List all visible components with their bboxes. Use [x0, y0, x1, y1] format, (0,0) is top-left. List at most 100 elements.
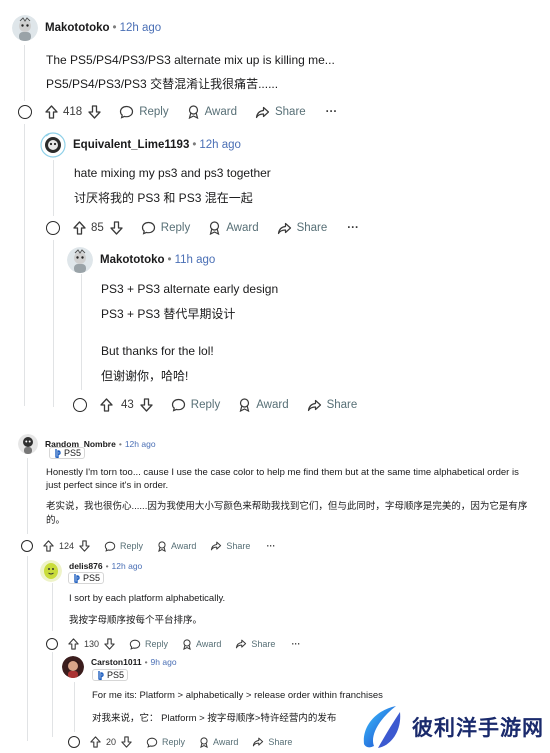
award-icon: [183, 638, 191, 650]
share-button[interactable]: Share: [307, 399, 357, 412]
username[interactable]: Makototoko: [45, 22, 110, 34]
thread-line: [53, 160, 54, 216]
collapse-button[interactable]: [21, 540, 33, 552]
timestamp[interactable]: 12h ago: [112, 561, 143, 571]
downvote-icon[interactable]: [140, 398, 153, 412]
award-icon: [209, 221, 220, 235]
thread-line: [53, 240, 54, 407]
collapse-button[interactable]: [18, 105, 32, 119]
flair-label: PS5: [64, 448, 82, 458]
reply-label: Reply: [162, 737, 186, 747]
comment-text: PS5/PS4/PS3/PS3 交替混淆让我很痛苦......: [46, 77, 279, 91]
timestamp[interactable]: 11h ago: [175, 254, 216, 266]
avatar[interactable]: [40, 132, 66, 158]
timestamp[interactable]: 9h ago: [151, 657, 177, 667]
share-icon: [253, 737, 264, 747]
user-flair: PS5: [92, 669, 129, 681]
username[interactable]: Makototoko: [100, 254, 165, 266]
downvote-icon[interactable]: [79, 540, 90, 552]
share-button[interactable]: Share: [277, 222, 328, 235]
avatar[interactable]: [62, 656, 84, 678]
reply-label: Reply: [120, 541, 144, 551]
downvote-icon[interactable]: [121, 736, 132, 748]
collapse-button[interactable]: [46, 221, 60, 235]
award-label: Award: [196, 639, 222, 649]
share-label: Share: [226, 541, 251, 551]
more-options-button[interactable]: ···: [347, 222, 359, 234]
award-button[interactable]: Award: [187, 105, 237, 119]
share-icon: [277, 222, 291, 234]
comment-text: hate mixing my ps3 and ps3 together: [74, 166, 271, 180]
timestamp[interactable]: 12h ago: [120, 22, 162, 34]
collapse-button[interactable]: [68, 736, 80, 748]
collapse-button[interactable]: [46, 638, 58, 650]
thread-line: [24, 45, 25, 101]
collapse-button[interactable]: [73, 398, 87, 412]
playstation-icon: [72, 573, 80, 584]
upvote-icon[interactable]: [73, 221, 86, 235]
reply-button[interactable]: Reply: [129, 639, 168, 650]
more-options-button[interactable]: ···: [291, 639, 300, 649]
comment-header: Random_Nombre • 12h ago: [18, 434, 156, 454]
comment-text: 我按字母顺序按每个平台排序。: [69, 615, 203, 626]
separator-dot: •: [118, 439, 122, 449]
reply-button[interactable]: Reply: [104, 541, 143, 552]
vote-count: 20: [106, 737, 117, 747]
reply-button[interactable]: Reply: [146, 737, 185, 748]
flair-label: PS5: [107, 670, 125, 680]
comment-actions: 43 Reply Award Share: [73, 398, 357, 412]
username[interactable]: delis876: [69, 561, 103, 571]
reply-icon: [141, 221, 155, 235]
comment-header: Makototoko • 11h ago: [67, 247, 215, 273]
thread-line: [27, 556, 28, 741]
downvote-icon[interactable]: [104, 638, 115, 650]
award-button[interactable]: Award: [199, 736, 239, 748]
comment-text: 但谢谢你，哈哈!: [101, 369, 189, 383]
share-button[interactable]: Share: [235, 639, 275, 649]
upvote-icon[interactable]: [43, 540, 54, 552]
award-label: Award: [213, 737, 239, 747]
share-button[interactable]: Share: [255, 106, 306, 119]
upvote-icon[interactable]: [90, 736, 101, 748]
share-icon: [307, 399, 321, 411]
thread-curve: [24, 118, 38, 146]
comment-text: But thanks for the lol!: [101, 344, 214, 358]
upvote-icon[interactable]: [68, 638, 79, 650]
upvote-icon[interactable]: [100, 398, 113, 412]
award-button[interactable]: Award: [208, 221, 259, 235]
award-icon: [239, 398, 250, 412]
username[interactable]: Carston1011: [91, 657, 142, 667]
comment-text: The PS5/PS4/PS3/PS3 alternate mix up is …: [46, 53, 335, 67]
avatar[interactable]: [18, 434, 38, 454]
timestamp[interactable]: 12h ago: [125, 439, 156, 449]
award-button[interactable]: Award: [238, 398, 289, 412]
reply-label: Reply: [190, 399, 221, 411]
watermark-logo-icon: [363, 705, 401, 748]
share-button[interactable]: Share: [252, 737, 292, 747]
share-label: Share: [296, 222, 328, 234]
reply-icon: [104, 541, 116, 552]
award-button[interactable]: Award: [182, 638, 222, 650]
comment-text: PS3 + PS3 alternate early design: [101, 282, 279, 296]
reply-button[interactable]: Reply: [141, 221, 190, 235]
award-button[interactable]: Award: [157, 540, 196, 552]
username[interactable]: Equivalent_Lime1193: [73, 139, 189, 151]
playstation-icon: [53, 448, 61, 459]
avatar[interactable]: [12, 15, 38, 41]
more-options-button[interactable]: ···: [266, 541, 275, 551]
comment-text: 老实说，我也很伤心......因为我使用大小写颜色来帮助我找到它们，但与此同时，…: [46, 501, 528, 526]
more-options-button[interactable]: ···: [326, 106, 338, 118]
avatar[interactable]: [40, 560, 62, 582]
downvote-icon[interactable]: [88, 105, 101, 119]
share-icon: [211, 541, 222, 551]
thread-line: [27, 458, 28, 534]
share-button[interactable]: Share: [210, 541, 250, 551]
reply-button[interactable]: Reply: [171, 398, 220, 412]
downvote-icon[interactable]: [110, 221, 123, 235]
reply-button[interactable]: Reply: [119, 105, 169, 119]
separator-dot: •: [144, 657, 148, 667]
award-label: Award: [226, 222, 259, 234]
avatar[interactable]: [67, 247, 93, 273]
upvote-icon[interactable]: [45, 105, 58, 119]
timestamp[interactable]: 12h ago: [199, 139, 241, 151]
